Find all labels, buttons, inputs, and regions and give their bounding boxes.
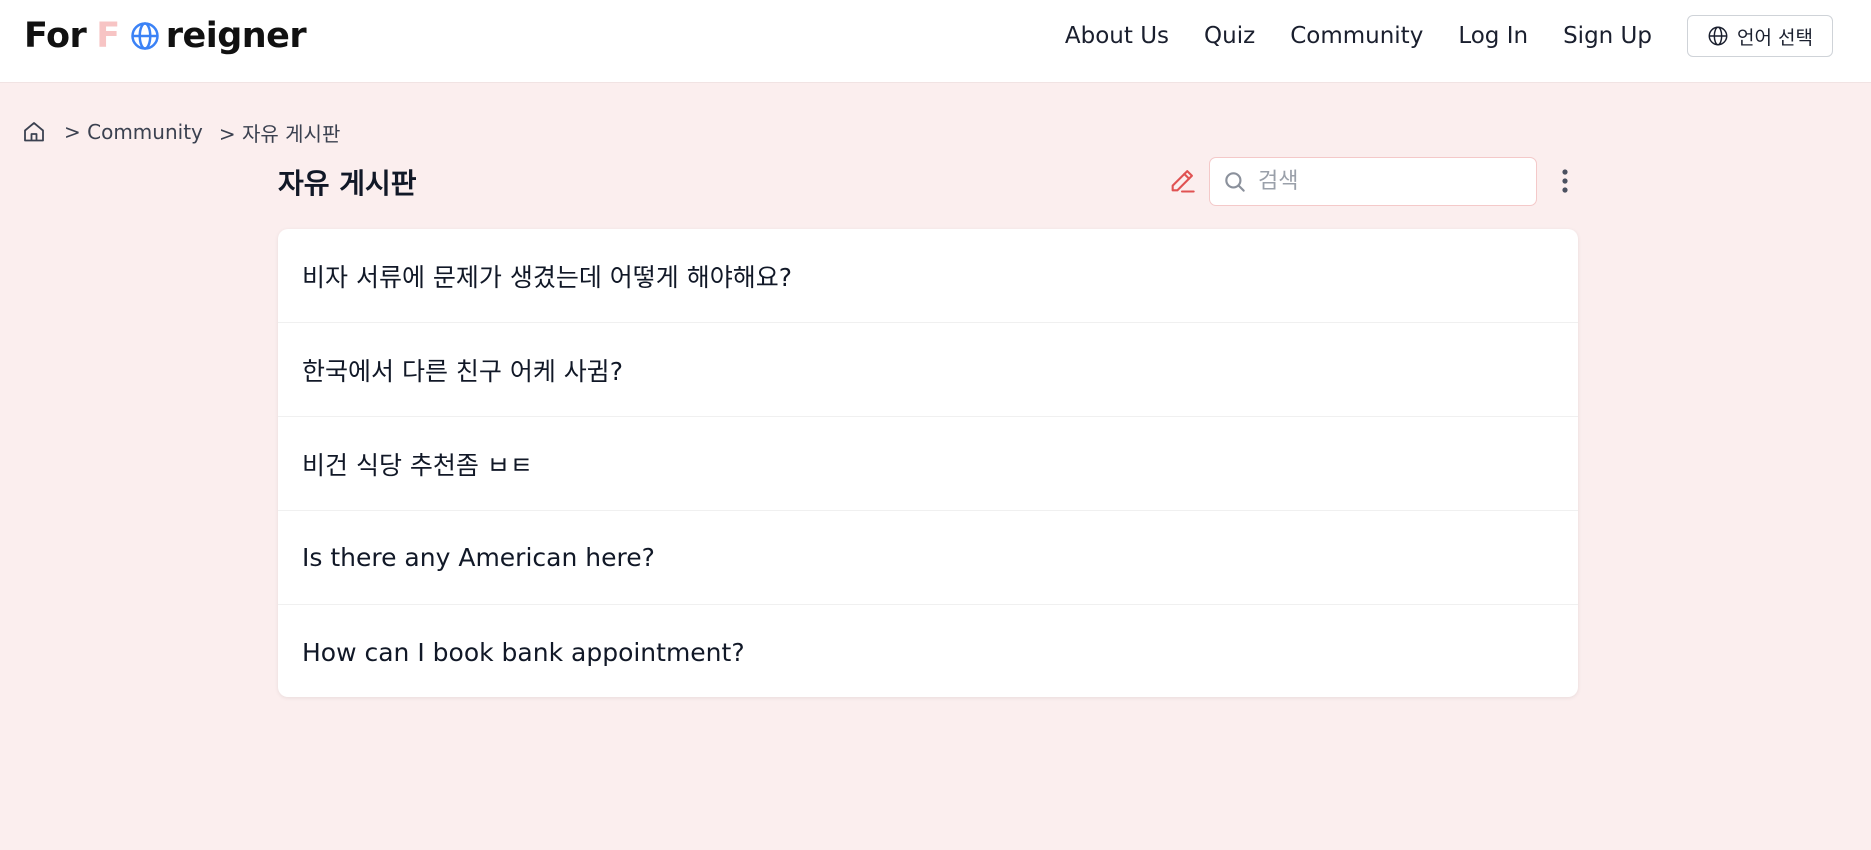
nav-quiz[interactable]: Quiz — [1204, 23, 1255, 49]
post-list: 비자 서류에 문제가 생겼는데 어떻게 해야해요? 한국에서 다른 친구 어케 … — [278, 229, 1578, 697]
nav-sign-up[interactable]: Sign Up — [1563, 23, 1652, 49]
home-icon[interactable] — [22, 120, 46, 144]
post-item[interactable]: How can I book bank appointment? — [278, 605, 1578, 697]
main-nav: About Us Quiz Community Log In Sign Up — [1065, 0, 1652, 72]
nav-community[interactable]: Community — [1290, 23, 1423, 49]
language-select-label: 언어 선택 — [1737, 26, 1813, 49]
breadcrumb-community[interactable]: > Community — [64, 120, 203, 144]
breadcrumb: > Community > 자유 게시판 — [22, 118, 356, 146]
globe-icon — [1708, 26, 1728, 46]
more-vertical-icon[interactable] — [1553, 166, 1577, 196]
logo-text-for: For — [24, 16, 87, 56]
nav-about-us[interactable]: About Us — [1065, 23, 1169, 49]
post-item[interactable]: 한국에서 다른 친구 어케 사귐? — [278, 323, 1578, 417]
top-header: For F reigner About Us Quiz Community Lo… — [0, 0, 1871, 83]
logo-text-f: F — [96, 16, 120, 56]
post-item[interactable]: Is there any American here? — [278, 511, 1578, 605]
search-input[interactable] — [1258, 169, 1518, 194]
search-box — [1209, 157, 1537, 206]
breadcrumb-free-board[interactable]: > 자유 게시판 — [219, 118, 340, 147]
globe-icon — [130, 22, 159, 50]
logo-text-reigner: reigner — [165, 16, 307, 56]
site-logo[interactable]: For F reigner — [24, 14, 307, 58]
language-select-button[interactable]: 언어 선택 — [1687, 15, 1833, 57]
page-title: 자유 게시판 — [278, 167, 417, 200]
post-item[interactable]: 비자 서류에 문제가 생겼는데 어떻게 해야해요? — [278, 229, 1578, 323]
pencil-icon[interactable] — [1168, 167, 1196, 195]
search-icon — [1225, 171, 1245, 192]
post-item[interactable]: 비건 식당 추천좀 ㅂㅌ — [278, 417, 1578, 511]
nav-log-in[interactable]: Log In — [1458, 23, 1528, 49]
